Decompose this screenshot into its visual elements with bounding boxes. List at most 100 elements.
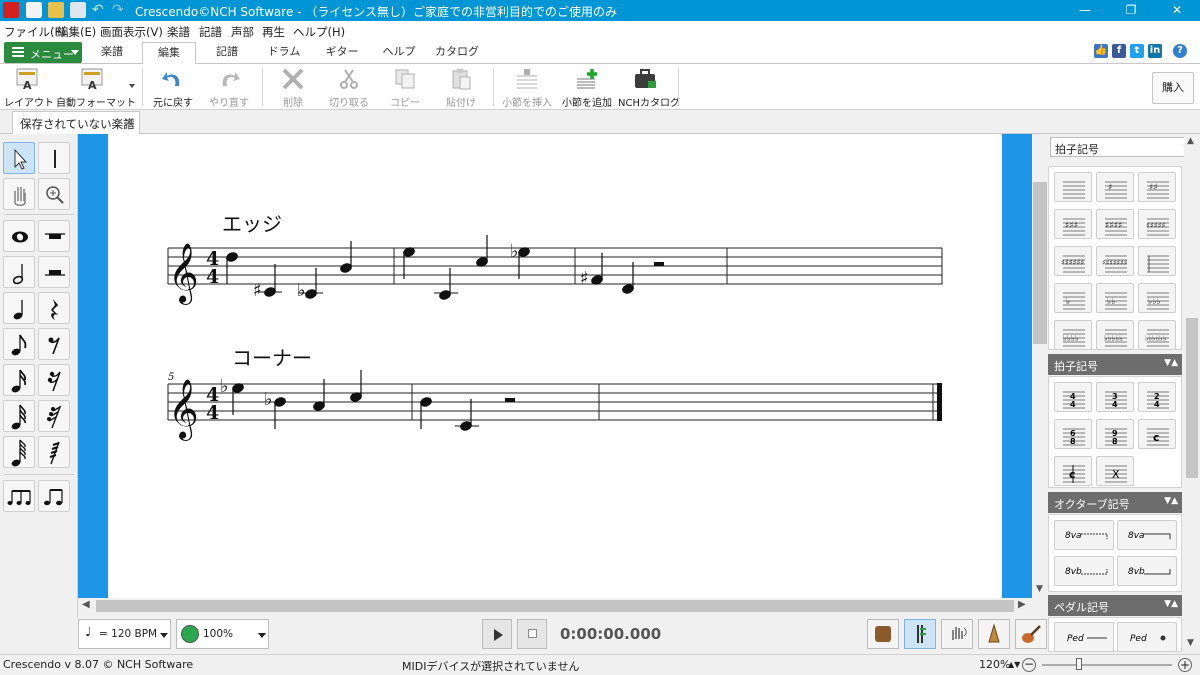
auto-format-button[interactable]: A 自動フォーマット — [56, 66, 136, 109]
zoom-level[interactable]: 120% — [979, 658, 1010, 671]
menu-score[interactable]: 楽譜 — [167, 24, 190, 40]
score-page[interactable]: エッジ コーナー 5 𝄞 𝄞 4 4 4 4 ♯ ♭ ♭ ♯ ♭ ♭ — [108, 134, 1002, 598]
time-sig-none[interactable]: X — [1096, 456, 1134, 486]
tab-catalog[interactable]: カタログ — [428, 42, 486, 64]
collapse-arrows-icon[interactable]: ▼▲ — [1164, 358, 1178, 368]
play-button[interactable] — [482, 619, 512, 649]
close-tab-icon[interactable]: × — [124, 115, 134, 129]
collapse-arrows-icon[interactable]: ▼▲ — [1164, 599, 1178, 609]
panel-scrollbar[interactable]: ▲ ▼ — [1184, 134, 1200, 652]
volume-dropdown[interactable] — [255, 619, 269, 649]
triplet-tool[interactable] — [3, 480, 35, 512]
half-note-tool[interactable] — [3, 256, 35, 288]
tab-guitar[interactable]: ギター — [314, 42, 370, 64]
key-sig-d[interactable]: ♯♯ — [1138, 172, 1176, 202]
close-button[interactable]: ✕ — [1154, 0, 1200, 21]
key-sig-d-flat[interactable]: ♭♭♭♭♭ — [1096, 320, 1134, 350]
redo-button[interactable]: やり直す — [206, 66, 252, 109]
beamed-notes-tool[interactable] — [38, 480, 70, 512]
key-sig-b[interactable]: ♯♯♯♯♯ — [1138, 209, 1176, 239]
copy-button[interactable]: コピー — [382, 66, 428, 109]
open-folder-icon[interactable] — [48, 2, 64, 18]
zoom-tool[interactable] — [38, 178, 70, 210]
sixty-fourth-rest-tool[interactable] — [38, 436, 70, 468]
symbol-category-dropdown[interactable]: 拍子記号 ⌵ — [1050, 137, 1196, 157]
layout-button[interactable]: A レイアウト — [4, 66, 54, 109]
instrument-button[interactable] — [867, 619, 899, 649]
key-sig-f[interactable]: ♭ — [1054, 283, 1092, 313]
half-rest-tool[interactable] — [38, 256, 70, 288]
key-sig-a[interactable]: ♯♯♯ — [1054, 209, 1092, 239]
whole-rest-tool[interactable] — [38, 220, 70, 252]
collapse-arrows-icon[interactable]: ▼▲ — [1164, 496, 1178, 506]
eighth-note-tool[interactable] — [3, 328, 35, 360]
tab-score[interactable]: 楽譜 — [84, 42, 140, 64]
panel-scroll-thumb[interactable] — [1186, 318, 1198, 478]
tab-help[interactable]: ヘルプ — [371, 42, 427, 64]
key-sig-c[interactable] — [1054, 172, 1092, 202]
text-cursor-tool[interactable] — [38, 142, 70, 174]
key-sig-b-flat[interactable]: ♭♭ — [1096, 283, 1134, 313]
vertical-scrollbar[interactable]: ▼ — [1032, 134, 1048, 598]
half-rest[interactable] — [654, 262, 664, 266]
menu-voice[interactable]: 声部 — [231, 24, 254, 40]
time-sig-4-4[interactable]: 44 — [1054, 382, 1092, 412]
octave-15ma[interactable]: 8va — [1117, 520, 1177, 550]
tab-drums[interactable]: ドラム — [256, 42, 312, 64]
undo-button[interactable]: 元に戻す — [150, 66, 196, 109]
zoom-out-button[interactable]: − — [1022, 658, 1036, 672]
key-sig-g[interactable]: ♯ — [1096, 172, 1134, 202]
scroll-thumb[interactable] — [1033, 182, 1047, 344]
menu-view[interactable]: 画面表示(V) — [100, 24, 163, 40]
section-header-pedal[interactable]: ペダル記号 ▼▲ — [1048, 595, 1182, 616]
octave-8va[interactable]: 8va — [1054, 520, 1114, 550]
new-file-icon[interactable] — [26, 2, 42, 18]
buy-button[interactable]: 購入 — [1152, 72, 1194, 104]
key-sig-c-alt[interactable] — [1138, 246, 1176, 276]
sixteenth-rest-tool[interactable] — [38, 364, 70, 396]
hand-tool[interactable] — [3, 178, 35, 210]
key-sig-g-flat[interactable]: ♭♭♭♭♭♭ — [1138, 320, 1176, 350]
key-sig-c-sharp[interactable]: ♯♯♯♯♯♯♯ — [1096, 246, 1134, 276]
nch-catalog-button[interactable]: NCHカタログ — [618, 66, 680, 109]
tempo-dropdown[interactable] — [157, 619, 171, 649]
linkedin-icon[interactable]: in — [1148, 44, 1162, 58]
print-icon[interactable] — [70, 2, 86, 18]
time-sig-2-4[interactable]: 24 — [1138, 382, 1176, 412]
h-scroll-thumb[interactable] — [96, 600, 1014, 612]
quarter-note-tool[interactable] — [3, 292, 35, 324]
eighth-rest-tool[interactable] — [38, 328, 70, 360]
zoom-dropdown-icon[interactable]: ▲▼ — [1008, 660, 1020, 669]
sixteenth-note-tool[interactable] — [3, 364, 35, 396]
scroll-down-icon[interactable]: ▼ — [1036, 584, 1043, 594]
half-rest[interactable] — [505, 398, 515, 402]
main-menu-button[interactable]: メニュー — [4, 42, 82, 63]
undo-quick-icon[interactable]: ↶ — [92, 2, 108, 18]
menu-help[interactable]: ヘルプ(H) — [293, 24, 345, 40]
sixty-fourth-note-tool[interactable] — [3, 436, 35, 468]
octave-8vb[interactable]: 8vb — [1054, 556, 1114, 586]
pedal-release[interactable]: Ped — [1117, 622, 1177, 652]
time-sig-6-8[interactable]: 68 — [1054, 419, 1092, 449]
menu-playback[interactable]: 再生 — [262, 24, 285, 40]
minimize-button[interactable]: — — [1062, 0, 1108, 21]
tab-notation[interactable]: 記譜 — [199, 42, 255, 64]
twitter-icon[interactable]: t — [1130, 44, 1144, 58]
thirty-second-note-tool[interactable] — [3, 400, 35, 432]
menu-edit[interactable]: 編集(E) — [57, 24, 96, 40]
delete-button[interactable]: 削除 — [270, 66, 316, 109]
add-bar-button[interactable]: 小節を追加 — [560, 66, 614, 109]
key-sig-a-flat[interactable]: ♭♭♭♭ — [1054, 320, 1092, 350]
time-sig-9-8[interactable]: 98 — [1096, 419, 1134, 449]
whole-note-tool[interactable] — [3, 220, 35, 252]
key-sig-f-sharp[interactable]: ♯♯♯♯♯♯ — [1054, 246, 1092, 276]
metronome-toggle[interactable] — [904, 619, 936, 649]
guitar-button[interactable] — [1015, 619, 1047, 649]
time-sig-3-4[interactable]: 34 — [1096, 382, 1134, 412]
zoom-slider-track[interactable] — [1042, 664, 1172, 666]
tab-edit[interactable]: 編集 — [142, 42, 196, 65]
like-icon[interactable]: 👍 — [1094, 44, 1108, 58]
scroll-up-icon[interactable]: ▲ — [1187, 136, 1194, 146]
midi-input-button[interactable] — [941, 619, 973, 649]
insert-bar-button[interactable]: 小節を挿入 — [500, 66, 554, 109]
